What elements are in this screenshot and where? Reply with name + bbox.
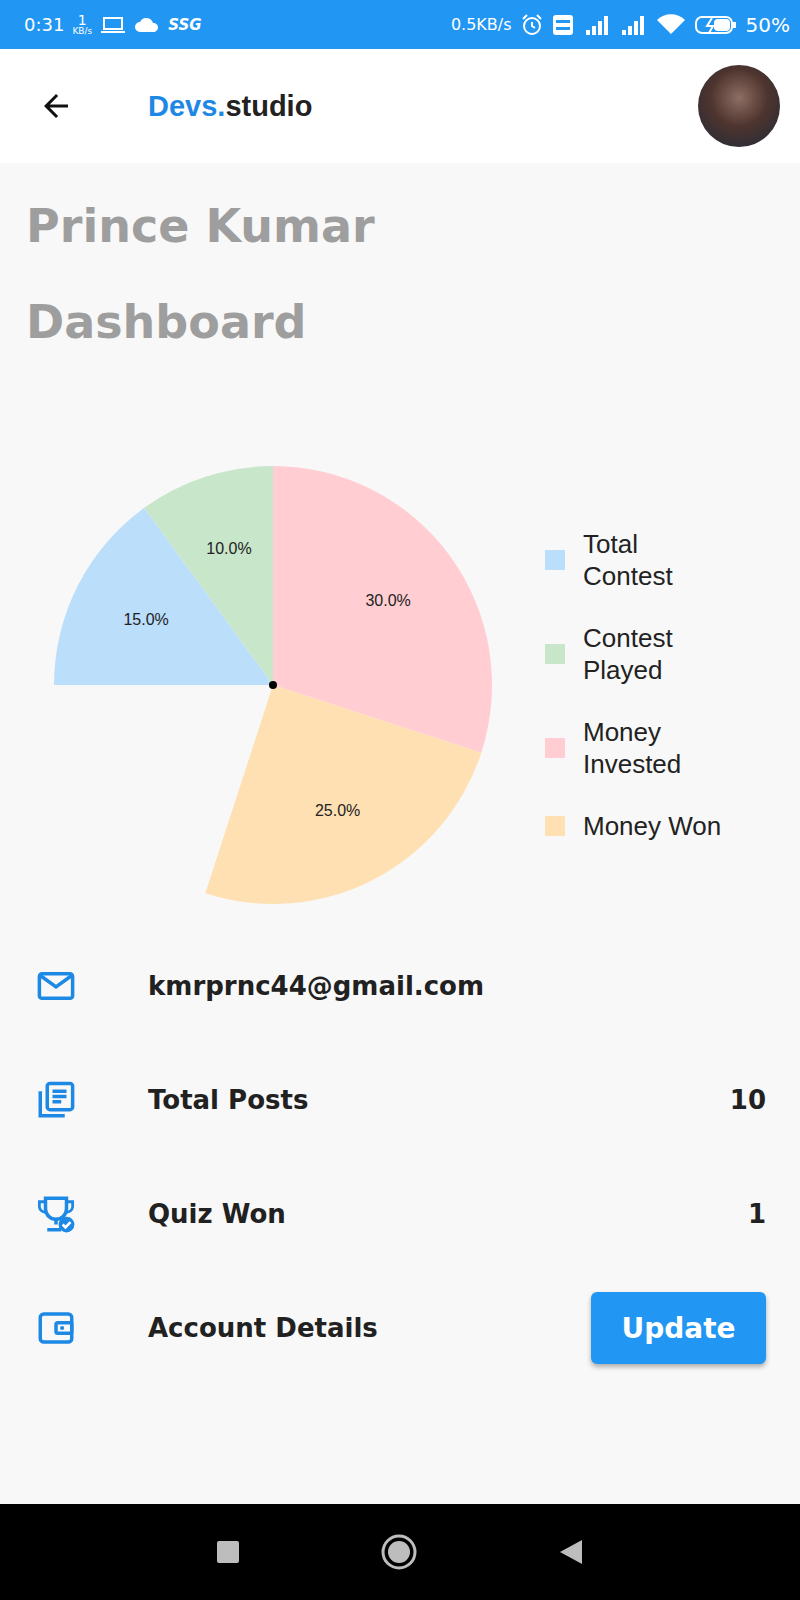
- status-carrier: SSG: [168, 16, 201, 34]
- battery-icon: [694, 14, 738, 36]
- legend-item: Money Won: [545, 810, 723, 842]
- recents-icon[interactable]: [216, 1540, 240, 1564]
- posts-icon: [35, 1079, 77, 1121]
- content: Prince KumarDashboard 15.0% 10.0% 30.0% 25.0…: [0, 163, 800, 1504]
- pie-chart: 15.0% 10.0% 30.0% 25.0% Total Contest Contest…: [0, 460, 800, 910]
- trophy-icon: [35, 1193, 77, 1235]
- legend-item: Money Invested: [545, 716, 723, 780]
- row-label: Account Details: [148, 1313, 591, 1343]
- info-row: Account DetailsUpdate: [0, 1271, 800, 1385]
- logo: Devs.studio: [148, 90, 698, 123]
- app-bar: Devs.studio: [0, 49, 800, 163]
- logo-suffix: studio: [225, 90, 312, 122]
- legend: Total Contest Contest Played Money Investe…: [545, 528, 723, 842]
- legend-swatch: [545, 816, 565, 836]
- legend-swatch: [545, 644, 565, 664]
- status-right: 0.5KB/s 50%: [451, 13, 790, 37]
- user-name: Prince Kumar: [0, 178, 800, 274]
- signal-icon: [582, 14, 612, 36]
- laptop-icon: [100, 15, 126, 35]
- center-dot: [269, 681, 277, 689]
- row-label: Total Posts: [148, 1085, 730, 1115]
- update-button[interactable]: Update: [591, 1292, 766, 1364]
- legend-item: Total Contest: [545, 528, 723, 592]
- status-net-speed: 0.5KB/s: [451, 15, 512, 34]
- slice-label: 15.0%: [123, 611, 168, 628]
- legend-swatch: [545, 550, 565, 570]
- screen: 0:311KB/sSSG0.5KB/s50%Devs.studioPrince …: [0, 0, 800, 1600]
- info-list: kmrprnc44@gmail.comTotal Posts10Quiz Won…: [0, 929, 800, 1385]
- status-bar: 0:31 1KB/s SSG 0.5KB/s 50%: [0, 0, 800, 49]
- cloud-icon: [134, 16, 160, 34]
- pie: 15.0% 10.0% 30.0% 25.0%: [0, 460, 520, 910]
- back-icon[interactable]: [558, 1539, 584, 1565]
- row-label: kmrprnc44@gmail.com: [148, 971, 766, 1001]
- legend-label: Money Invested: [583, 716, 723, 780]
- status-time: 0:31: [24, 14, 64, 35]
- info-row: Total Posts10: [0, 1043, 800, 1157]
- status-left: 0:31 1KB/s SSG: [24, 13, 202, 36]
- pie-slice: [144, 466, 273, 685]
- volte-icon: [552, 14, 574, 36]
- page-title: Dashboard: [0, 274, 800, 370]
- slice-label: 25.0%: [315, 802, 360, 819]
- speed-value: 1: [78, 13, 87, 27]
- pie-slice: [205, 685, 481, 904]
- row-label: Quiz Won: [148, 1199, 748, 1229]
- back-arrow-icon[interactable]: [38, 88, 74, 124]
- speed-unit: KB/s: [72, 27, 92, 36]
- alarm-icon: [520, 13, 544, 37]
- status-speed: 1KB/s: [72, 13, 92, 36]
- wifi-icon: [656, 14, 686, 36]
- mail-icon: [35, 965, 77, 1007]
- row-value: 10: [730, 1085, 766, 1115]
- avatar[interactable]: [698, 65, 780, 147]
- legend-label: Total Contest: [583, 528, 723, 592]
- info-row: Quiz Won1: [0, 1157, 800, 1271]
- logo-prefix: Devs.: [148, 90, 225, 122]
- nav-bar: [0, 1504, 800, 1600]
- row-value: 1: [748, 1199, 766, 1229]
- wallet-icon: [35, 1307, 77, 1349]
- signal-icon: [620, 14, 648, 36]
- slice-label: 10.0%: [206, 540, 251, 557]
- legend-item: Contest Played: [545, 622, 723, 686]
- home-icon[interactable]: [380, 1533, 418, 1571]
- info-row: kmrprnc44@gmail.com: [0, 929, 800, 1043]
- legend-swatch: [545, 738, 565, 758]
- slice-label: 30.0%: [365, 592, 410, 609]
- status-battery: 50%: [746, 13, 790, 37]
- legend-label: Money Won: [583, 810, 723, 842]
- legend-label: Contest Played: [583, 622, 723, 686]
